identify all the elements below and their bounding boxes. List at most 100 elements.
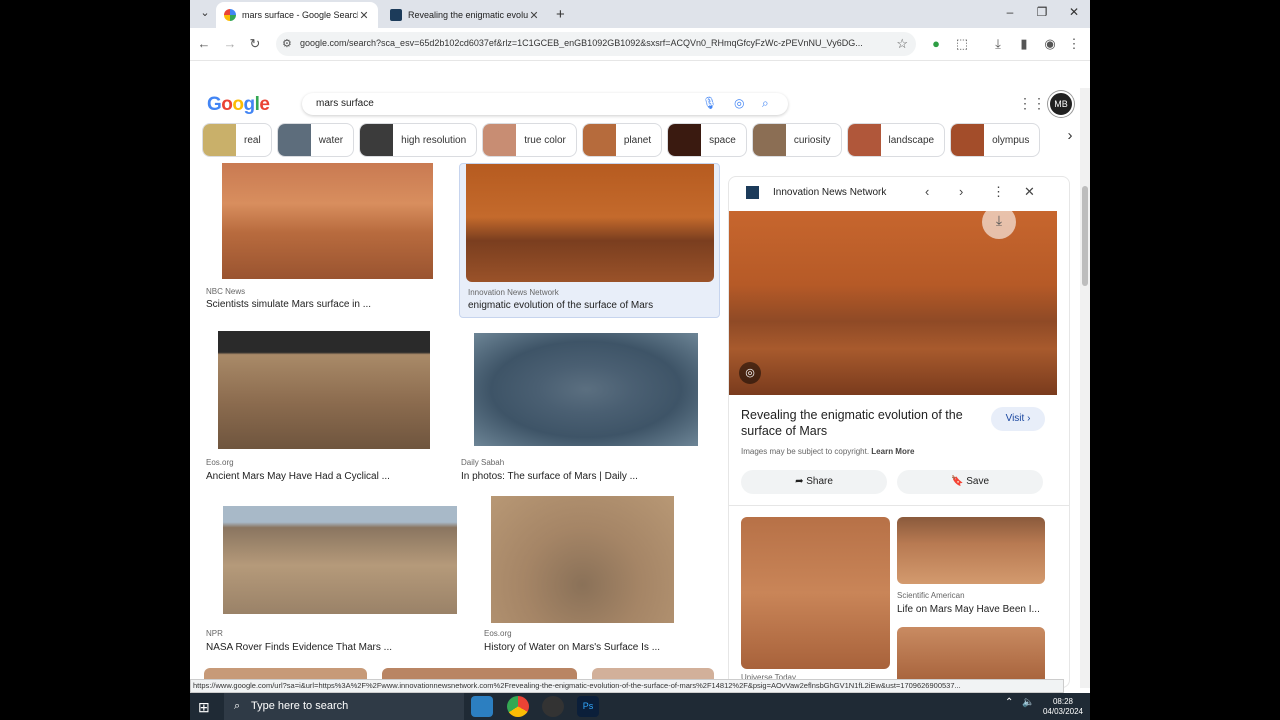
share-button[interactable]: ➦ Share	[741, 470, 887, 494]
related-title[interactable]: Life on Mars May Have Been I...	[897, 604, 1040, 615]
page-scrollbar[interactable]	[1080, 88, 1090, 688]
chip-landscape[interactable]: landscape	[846, 123, 946, 157]
chip-curiosity[interactable]: curiosity	[751, 123, 842, 157]
google-logo[interactable]: Google	[207, 94, 270, 116]
result-image[interactable]	[222, 163, 433, 279]
clock[interactable]: 08:28 04/03/2024	[1038, 697, 1088, 717]
chip-planet[interactable]: planet	[581, 123, 663, 157]
forward-icon[interactable]: →	[222, 36, 238, 51]
close-tab-icon[interactable]: ✕	[528, 9, 540, 22]
result-title[interactable]: Ancient Mars May Have Had a Cyclical ...	[206, 471, 390, 482]
site-info-icon[interactable]: ⚙	[282, 37, 292, 50]
related-image[interactable]	[897, 517, 1045, 584]
learn-more-link[interactable]: Learn More	[871, 447, 914, 456]
result-card[interactable]: NBC News Scientists simulate Mars surfac…	[202, 163, 447, 315]
chip-water[interactable]: water	[276, 123, 355, 157]
photoshop-app-icon[interactable]: Ps	[577, 696, 599, 717]
extensions-icon[interactable]: ⬚	[954, 36, 970, 52]
tab-search-icon[interactable]: ⌄	[198, 6, 212, 20]
related-image[interactable]	[897, 627, 1045, 687]
avatar[interactable]: MB	[1048, 91, 1074, 117]
chip-true-color[interactable]: true color	[482, 123, 577, 157]
tray-chevron-icon[interactable]: ⌃	[1005, 697, 1013, 708]
chrome-app-icon[interactable]	[507, 696, 529, 717]
bookmark-icon: 🔖	[950, 476, 964, 487]
result-title[interactable]: enigmatic evolution of the surface of Ma…	[468, 300, 653, 311]
status-bar-url: https://www.google.com/url?sa=i&url=http…	[190, 679, 1064, 693]
panel-source[interactable]: Innovation News Network	[773, 187, 886, 198]
preview-image[interactable]: ⤓ ◎	[729, 205, 1057, 395]
tab-title: Revealing the enigmatic evoluti	[408, 10, 528, 20]
result-title[interactable]: Scientists simulate Mars surface in ...	[206, 299, 371, 310]
result-title[interactable]: History of Water on Mars's Surface Is ..…	[484, 642, 660, 653]
menu-icon[interactable]: ⋮	[1066, 36, 1082, 52]
image-preview-panel: Innovation News Network ‹ › ⋮ ✕ ⤓ ◎ Reve…	[728, 176, 1070, 688]
close-window-icon[interactable]: ✕	[1064, 5, 1084, 19]
address-bar[interactable]: ⚙ google.com/search?sca_esv=65d2b102cd60…	[276, 32, 916, 56]
result-title[interactable]: In photos: The surface of Mars | Daily .…	[461, 471, 638, 482]
result-image[interactable]	[223, 506, 457, 614]
close-tab-icon[interactable]: ✕	[358, 9, 370, 22]
side-panel-icon[interactable]: ▮	[1016, 36, 1032, 52]
chip-space[interactable]: space	[667, 123, 747, 157]
chip-olympus[interactable]: olympus	[950, 123, 1041, 157]
result-title[interactable]: NASA Rover Finds Evidence That Mars ...	[206, 642, 392, 653]
result-card[interactable]: Daily Sabah In photos: The surface of Ma…	[459, 328, 718, 483]
lens-icon[interactable]: ◎	[734, 96, 744, 110]
share-icon: ➦	[795, 476, 804, 487]
result-image[interactable]	[218, 331, 430, 449]
bookmark-star-icon[interactable]: ☆	[896, 36, 908, 52]
chip-real[interactable]: real	[202, 123, 272, 157]
windows-taskbar: ⊞ ⌕ Type here to search Ps ⌃ 🔈 08:28 04/…	[190, 693, 1090, 720]
reload-icon[interactable]: ↻	[247, 36, 263, 52]
voice-search-icon[interactable]: 🎙	[702, 96, 717, 110]
chip-high-resolution[interactable]: high resolution	[359, 123, 478, 157]
tab-strip: ⌄ mars surface - Google Search ✕ Reveali…	[190, 0, 1090, 28]
result-card[interactable]: NPR NASA Rover Finds Evidence That Mars …	[202, 496, 464, 656]
tab-mars-surface[interactable]: mars surface - Google Search ✕	[216, 2, 378, 28]
visit-button[interactable]: Visit ›	[991, 407, 1045, 431]
related-image[interactable]	[741, 517, 890, 669]
minimize-icon[interactable]: –	[1000, 5, 1020, 19]
windows-start-icon[interactable]: ⊞	[198, 699, 210, 716]
download-icon[interactable]: ⤓	[982, 205, 1016, 239]
result-image[interactable]	[474, 333, 698, 446]
tab-title: mars surface - Google Search	[242, 10, 358, 20]
back-icon[interactable]: ←	[196, 36, 212, 51]
result-card[interactable]: Eos.org Ancient Mars May Have Had a Cycl…	[202, 328, 447, 483]
extension-grammarly-icon[interactable]: ●	[928, 36, 944, 51]
next-icon[interactable]: ›	[959, 184, 963, 199]
copyright-note: Images may be subject to copyright. Lear…	[741, 447, 915, 456]
chips-next-icon[interactable]: ›	[1060, 127, 1080, 144]
profile-icon[interactable]: ◉	[1042, 36, 1058, 52]
lens-search-icon[interactable]: ◎	[739, 362, 761, 384]
google-favicon-icon	[224, 9, 236, 21]
search-icon[interactable]: ⌕	[762, 96, 769, 111]
edge-app-icon[interactable]	[471, 696, 493, 717]
previous-icon[interactable]: ‹	[925, 184, 929, 199]
tab-revealing[interactable]: Revealing the enigmatic evoluti ✕	[382, 2, 548, 28]
result-image[interactable]	[466, 164, 714, 282]
result-image[interactable]	[491, 496, 674, 623]
volume-icon[interactable]: 🔈	[1022, 697, 1034, 708]
restore-icon[interactable]: ❐	[1032, 5, 1052, 19]
download-icon[interactable]: ⤓	[990, 36, 1006, 52]
divider	[729, 505, 1069, 506]
clock-date: 04/03/2024	[1042, 707, 1084, 716]
result-source: NPR	[206, 629, 223, 638]
new-tab-button[interactable]: +	[556, 6, 565, 23]
result-source: Eos.org	[484, 629, 512, 638]
result-card[interactable]: Eos.org History of Water on Mars's Surfa…	[480, 496, 710, 656]
search-box[interactable]: mars surface 🎙 ◎ ⌕	[302, 93, 788, 115]
panel-title[interactable]: Revealing the enigmatic evolution of the…	[741, 407, 981, 439]
taskbar-search[interactable]: ⌕ Type here to search	[224, 693, 464, 720]
obs-app-icon[interactable]	[542, 696, 564, 717]
result-card-selected[interactable]: Innovation News Network enigmatic evolut…	[459, 163, 720, 318]
taskbar-search-placeholder: Type here to search	[251, 700, 349, 712]
search-icon: ⌕	[234, 700, 241, 712]
more-options-icon[interactable]: ⋮	[992, 184, 1005, 200]
close-icon[interactable]: ✕	[1024, 184, 1035, 200]
news-favicon-icon	[390, 9, 402, 21]
save-button[interactable]: 🔖 Save	[897, 470, 1043, 494]
scrollbar-thumb[interactable]	[1082, 186, 1088, 286]
